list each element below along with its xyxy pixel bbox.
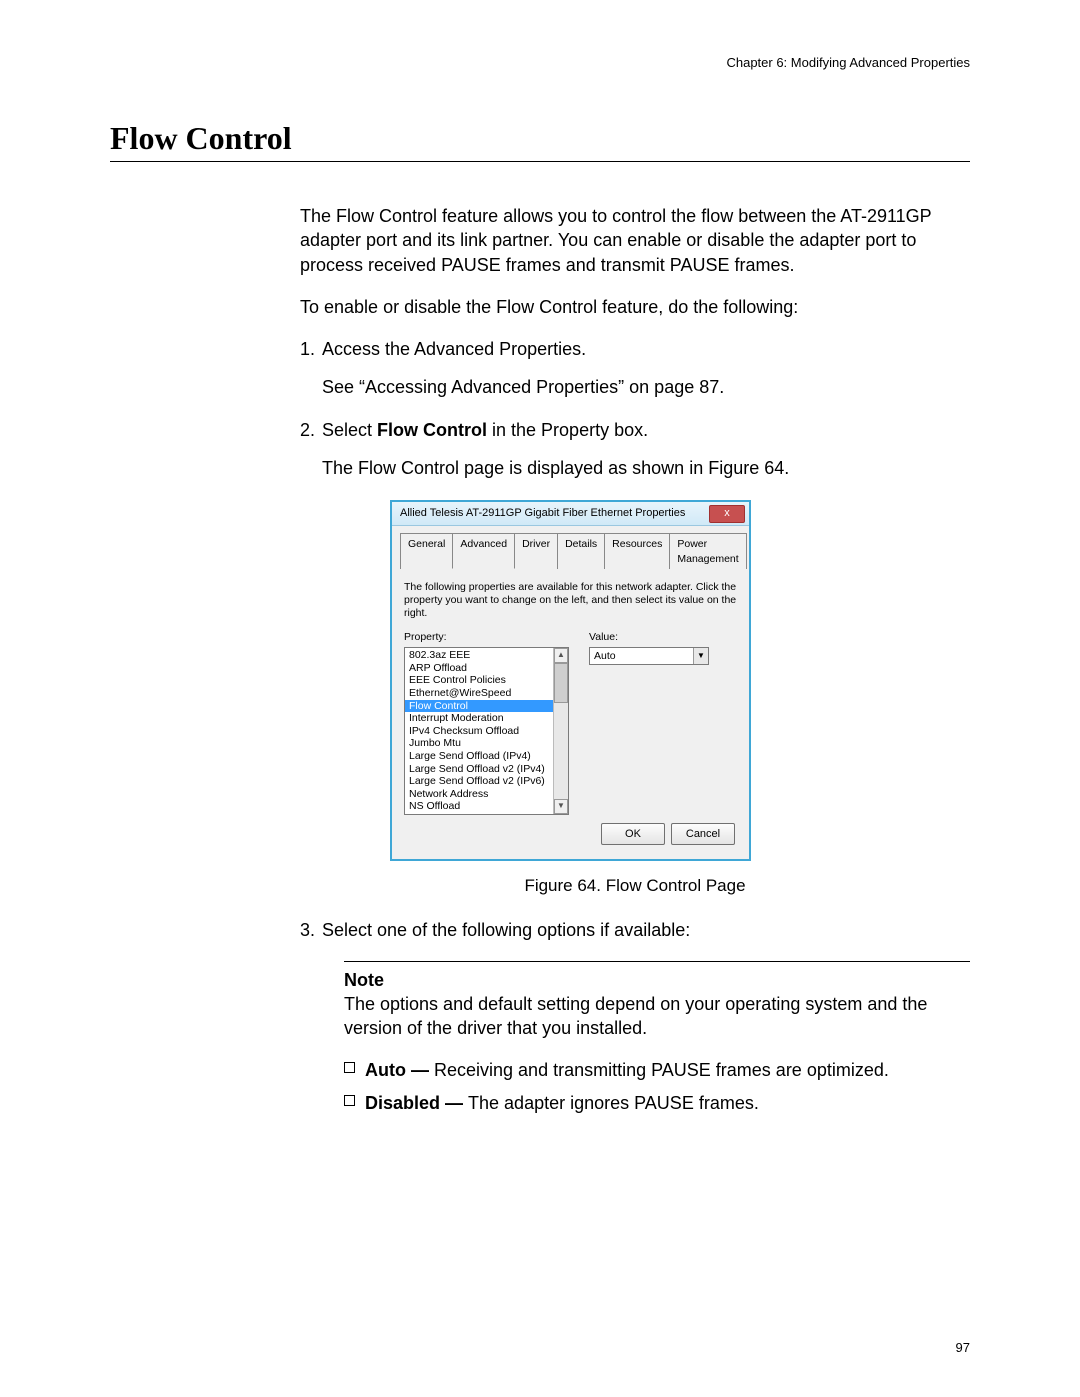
step-1: 1.Access the Advanced Properties. See “A… xyxy=(300,337,970,400)
figure-64: Allied Telesis AT-2911GP Gigabit Fiber E… xyxy=(390,500,970,898)
tab-strip: GeneralAdvancedDriverDetailsResourcesPow… xyxy=(400,532,741,568)
list-item[interactable]: Interrupt Moderation xyxy=(405,712,553,725)
value-dropdown[interactable]: Auto ▼ xyxy=(589,647,709,665)
step-2-bold: Flow Control xyxy=(377,420,487,440)
scroll-down-icon[interactable]: ▼ xyxy=(554,799,568,814)
option-disabled: Disabled — The adapter ignores PAUSE fra… xyxy=(344,1091,970,1115)
step-1-sub: See “Accessing Advanced Properties” on p… xyxy=(322,375,970,399)
list-item[interactable]: Large Send Offload v2 (IPv4) xyxy=(405,763,553,776)
list-item[interactable]: Jumbo Mtu xyxy=(405,737,553,750)
list-item[interactable]: NS Offload xyxy=(405,800,553,813)
tab-advanced[interactable]: Advanced xyxy=(452,533,515,568)
step-2: 2.Select Flow Control in the Property bo… xyxy=(300,418,970,481)
tab-details[interactable]: Details xyxy=(557,533,605,568)
dialog-titlebar: Allied Telesis AT-2911GP Gigabit Fiber E… xyxy=(392,502,749,526)
intro-paragraph: The Flow Control feature allows you to c… xyxy=(300,204,970,277)
scroll-thumb[interactable] xyxy=(554,663,568,703)
figure-caption: Figure 64. Flow Control Page xyxy=(300,875,970,898)
scroll-up-icon[interactable]: ▲ xyxy=(554,648,568,663)
property-listbox[interactable]: 802.3az EEEARP OffloadEEE Control Polici… xyxy=(404,647,569,815)
tab-general[interactable]: General xyxy=(400,533,453,568)
list-item[interactable]: IPv4 Checksum Offload xyxy=(405,725,553,738)
step-1-text: Access the Advanced Properties. xyxy=(322,339,586,359)
tab-power-management[interactable]: Power Management xyxy=(669,533,746,568)
page-number: 97 xyxy=(956,1340,970,1355)
checkbox-icon xyxy=(344,1062,355,1073)
close-button[interactable]: x xyxy=(709,505,745,523)
option-auto-desc: Receiving and transmitting PAUSE frames … xyxy=(434,1060,889,1080)
note-title: Note xyxy=(344,968,970,992)
list-item[interactable]: Large Send Offload v2 (IPv6) xyxy=(405,775,553,788)
note-box: Note The options and default setting dep… xyxy=(344,961,970,1041)
list-item[interactable]: Flow Control xyxy=(405,700,553,713)
tab-driver[interactable]: Driver xyxy=(514,533,558,568)
scrollbar[interactable]: ▲ ▼ xyxy=(553,648,568,814)
list-item[interactable]: Large Send Offload (IPv4) xyxy=(405,750,553,763)
property-label: Property: xyxy=(404,630,569,644)
section-title: Flow Control xyxy=(110,120,970,162)
option-disabled-desc: The adapter ignores PAUSE frames. xyxy=(468,1093,759,1113)
list-item[interactable]: 802.3az EEE xyxy=(405,649,553,662)
tab-description: The following properties are available f… xyxy=(404,581,737,620)
value-selected: Auto xyxy=(594,649,616,663)
list-item[interactable]: Ethernet@WireSpeed xyxy=(405,687,553,700)
cancel-button[interactable]: Cancel xyxy=(671,823,735,845)
step-3-text: Select one of the following options if a… xyxy=(322,920,690,940)
step-2-pre: Select xyxy=(322,420,377,440)
lead-in: To enable or disable the Flow Control fe… xyxy=(300,295,970,319)
list-item[interactable]: Network Address xyxy=(405,788,553,801)
option-disabled-label: Disabled — xyxy=(365,1093,468,1113)
checkbox-icon xyxy=(344,1095,355,1106)
tab-resources[interactable]: Resources xyxy=(604,533,670,568)
value-label: Value: xyxy=(589,630,737,644)
option-auto: Auto — Receiving and transmitting PAUSE … xyxy=(344,1058,970,1082)
dialog-title: Allied Telesis AT-2911GP Gigabit Fiber E… xyxy=(400,506,685,521)
list-item[interactable]: ARP Offload xyxy=(405,662,553,675)
step-3: 3.Select one of the following options if… xyxy=(300,918,970,942)
step-2-post: in the Property box. xyxy=(487,420,648,440)
chapter-header: Chapter 6: Modifying Advanced Properties xyxy=(110,55,970,70)
list-item[interactable]: EEE Control Policies xyxy=(405,674,553,687)
ok-button[interactable]: OK xyxy=(601,823,665,845)
option-auto-label: Auto — xyxy=(365,1060,434,1080)
dropdown-arrow-icon[interactable]: ▼ xyxy=(693,648,708,664)
note-body: The options and default setting depend o… xyxy=(344,992,970,1041)
properties-dialog: Allied Telesis AT-2911GP Gigabit Fiber E… xyxy=(390,500,751,861)
list-item[interactable]: Priority & VLAN xyxy=(405,813,553,814)
step-2-sub: The Flow Control page is displayed as sh… xyxy=(322,456,970,480)
